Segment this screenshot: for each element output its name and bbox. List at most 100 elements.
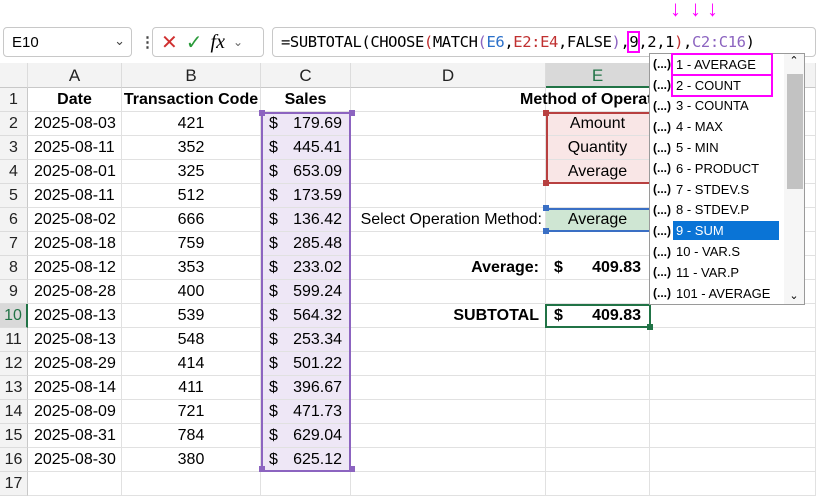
date-cell[interactable]: 2025-08-14	[28, 376, 122, 400]
cell[interactable]	[546, 472, 650, 496]
row-header-12[interactable]: 12	[0, 352, 28, 376]
function-option[interactable]: (...) 10 - VAR.S	[650, 241, 804, 262]
row-header-7[interactable]: 7	[0, 232, 28, 256]
cell[interactable]	[351, 280, 546, 304]
chevron-down-icon[interactable]: ⌄	[114, 33, 125, 49]
cell[interactable]	[351, 232, 546, 256]
row-header-8[interactable]: 8	[0, 256, 28, 280]
row-header-1[interactable]: 1	[0, 88, 28, 112]
cell[interactable]	[650, 472, 816, 496]
function-option[interactable]: (...) 4 - MAX	[650, 116, 804, 137]
cell[interactable]	[351, 328, 546, 352]
date-cell[interactable]: 2025-08-01	[28, 160, 122, 184]
cell[interactable]	[546, 232, 650, 256]
function-option[interactable]: (...) 101 - AVERAGE	[650, 283, 804, 304]
cancel-icon[interactable]: ✕	[161, 30, 178, 55]
date-cell[interactable]: 2025-08-11	[28, 184, 122, 208]
row-header-3[interactable]: 3	[0, 136, 28, 160]
function-option[interactable]: (...) 5 - MIN	[650, 137, 804, 158]
function-option[interactable]: (...) 1 - AVERAGE	[650, 52, 804, 76]
date-cell[interactable]: 2025-08-09	[28, 400, 122, 424]
date-cell[interactable]: 2025-08-13	[28, 328, 122, 352]
cell[interactable]	[546, 280, 650, 304]
cell[interactable]	[351, 160, 546, 184]
cell[interactable]	[351, 112, 546, 136]
date-cell[interactable]: 2025-08-11	[28, 136, 122, 160]
cell[interactable]	[351, 472, 546, 496]
cell[interactable]	[650, 448, 816, 472]
transaction-code-cell[interactable]: 548	[122, 328, 261, 352]
date-cell[interactable]: 2025-08-30	[28, 448, 122, 472]
row-header-10[interactable]: 10	[0, 304, 28, 328]
function-option[interactable]: (...) 9 - SUM	[650, 220, 804, 241]
row-header-11[interactable]: 11	[0, 328, 28, 352]
cell[interactable]	[546, 448, 650, 472]
average-value-cell[interactable]: $409.83	[546, 256, 650, 280]
cell[interactable]	[650, 376, 816, 400]
column-header-c[interactable]: C	[261, 63, 351, 88]
cell[interactable]	[351, 376, 546, 400]
cell[interactable]	[546, 328, 650, 352]
enter-icon[interactable]: ✓	[186, 30, 203, 55]
column-header-e[interactable]: E	[546, 63, 650, 88]
transaction-code-cell[interactable]: 721	[122, 400, 261, 424]
cell[interactable]	[351, 88, 546, 112]
row-header-5[interactable]: 5	[0, 184, 28, 208]
transaction-code-cell[interactable]: 414	[122, 352, 261, 376]
cell[interactable]	[351, 448, 546, 472]
function-option[interactable]: (...) 8 - STDEV.P	[650, 200, 804, 221]
cell[interactable]	[351, 424, 546, 448]
date-cell[interactable]: 2025-08-12	[28, 256, 122, 280]
transaction-code-cell[interactable]: 352	[122, 136, 261, 160]
date-cell[interactable]: 2025-08-31	[28, 424, 122, 448]
date-cell[interactable]: 2025-08-18	[28, 232, 122, 256]
row-header-9[interactable]: 9	[0, 280, 28, 304]
row-header-2[interactable]: 2	[0, 112, 28, 136]
function-option[interactable]: (...) 2 - COUNT	[650, 73, 804, 97]
scrollbar[interactable]: ⌃ ⌄	[784, 54, 804, 304]
cell[interactable]	[122, 472, 261, 496]
date-cell[interactable]: 2025-08-28	[28, 280, 122, 304]
cell[interactable]	[650, 400, 816, 424]
date-cell[interactable]: 2025-08-03	[28, 112, 122, 136]
date-cell[interactable]: 2025-08-29	[28, 352, 122, 376]
cell[interactable]	[650, 328, 816, 352]
cell[interactable]	[650, 424, 816, 448]
transaction-code-cell[interactable]: 411	[122, 376, 261, 400]
row-header-15[interactable]: 15	[0, 424, 28, 448]
function-option[interactable]: (...) 11 - VAR.P	[650, 262, 804, 283]
date-cell[interactable]: 2025-08-02	[28, 208, 122, 232]
scroll-down-icon[interactable]: ⌄	[784, 289, 804, 302]
transaction-code-cell[interactable]: 539	[122, 304, 261, 328]
cell[interactable]	[261, 472, 351, 496]
row-header-6[interactable]: 6	[0, 208, 28, 232]
transaction-code-cell[interactable]: 380	[122, 448, 261, 472]
date-cell[interactable]: 2025-08-13	[28, 304, 122, 328]
transaction-code-cell[interactable]: 325	[122, 160, 261, 184]
row-header-17[interactable]: 17	[0, 472, 28, 496]
transaction-code-cell[interactable]: 421	[122, 112, 261, 136]
chevron-down-icon[interactable]: ⌄	[233, 35, 243, 49]
row-header-14[interactable]: 14	[0, 400, 28, 424]
transaction-code-cell[interactable]: 353	[122, 256, 261, 280]
cell[interactable]	[28, 472, 122, 496]
cell[interactable]	[546, 352, 650, 376]
transaction-code-cell[interactable]: 784	[122, 424, 261, 448]
function-option[interactable]: (...) 3 - COUNTA	[650, 96, 804, 117]
transaction-code-cell[interactable]: 512	[122, 184, 261, 208]
row-header-4[interactable]: 4	[0, 160, 28, 184]
function-autocomplete-list[interactable]: (...) 1 - AVERAGE (...) 2 - COUNT (...) 3 - C…	[649, 52, 805, 305]
cell[interactable]	[351, 352, 546, 376]
transaction-code-cell[interactable]: 759	[122, 232, 261, 256]
cell[interactable]	[546, 400, 650, 424]
cell[interactable]	[351, 136, 546, 160]
scroll-up-icon[interactable]: ⌃	[784, 54, 804, 67]
cell[interactable]	[546, 424, 650, 448]
column-header-b[interactable]: B	[122, 63, 261, 88]
transaction-code-cell[interactable]: 666	[122, 208, 261, 232]
cell[interactable]	[650, 304, 816, 328]
select-all-corner[interactable]	[0, 63, 28, 88]
name-box[interactable]: E10 ⌄	[3, 27, 132, 57]
transaction-code-cell[interactable]: 400	[122, 280, 261, 304]
scroll-thumb[interactable]	[787, 74, 803, 189]
